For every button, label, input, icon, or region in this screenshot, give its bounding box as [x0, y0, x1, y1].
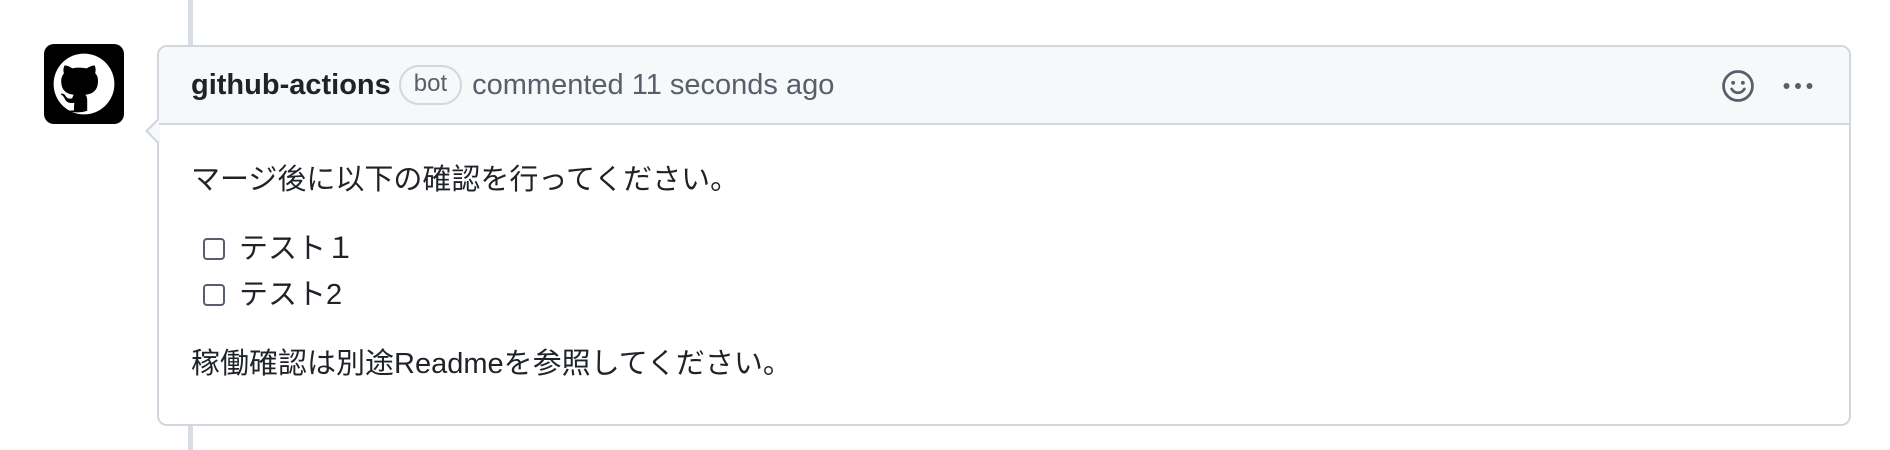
comment-box: github-actions bot commented 11 seconds …: [145, 45, 1851, 426]
task-item: テスト１: [203, 226, 1817, 272]
comment-footer: 稼働確認は別途Readmeを参照してください。: [191, 348, 792, 380]
task-checkbox[interactable]: [203, 238, 225, 260]
bot-badge: bot: [398, 65, 463, 105]
add-reaction-button[interactable]: [1721, 69, 1755, 103]
task-label: テスト１: [239, 233, 356, 265]
avatar[interactable]: [44, 44, 124, 124]
task-checkbox[interactable]: [203, 284, 225, 306]
task-label: テスト2: [239, 279, 343, 311]
smiley-icon: [1722, 70, 1754, 102]
comment-intro: マージ後に以下の確認を行ってください。: [191, 164, 740, 196]
task-list: テスト１ テスト2: [203, 226, 1817, 318]
author-name[interactable]: github-actions: [191, 69, 391, 102]
task-item: テスト2: [203, 272, 1817, 318]
comment-timestamp[interactable]: commented 11 seconds ago: [472, 69, 834, 102]
github-mark-icon: [53, 53, 115, 115]
comment-body: マージ後に以下の確認を行ってください。 テスト１ テスト2 稼働確認は別途Rea…: [159, 125, 1849, 385]
timeline: github-actions bot commented 11 seconds …: [0, 0, 1890, 450]
kebab-horizontal-icon: [1783, 83, 1813, 89]
comment-header: github-actions bot commented 11 seconds …: [159, 47, 1849, 125]
header-actions: [1721, 47, 1815, 125]
more-options-button[interactable]: [1781, 69, 1815, 103]
